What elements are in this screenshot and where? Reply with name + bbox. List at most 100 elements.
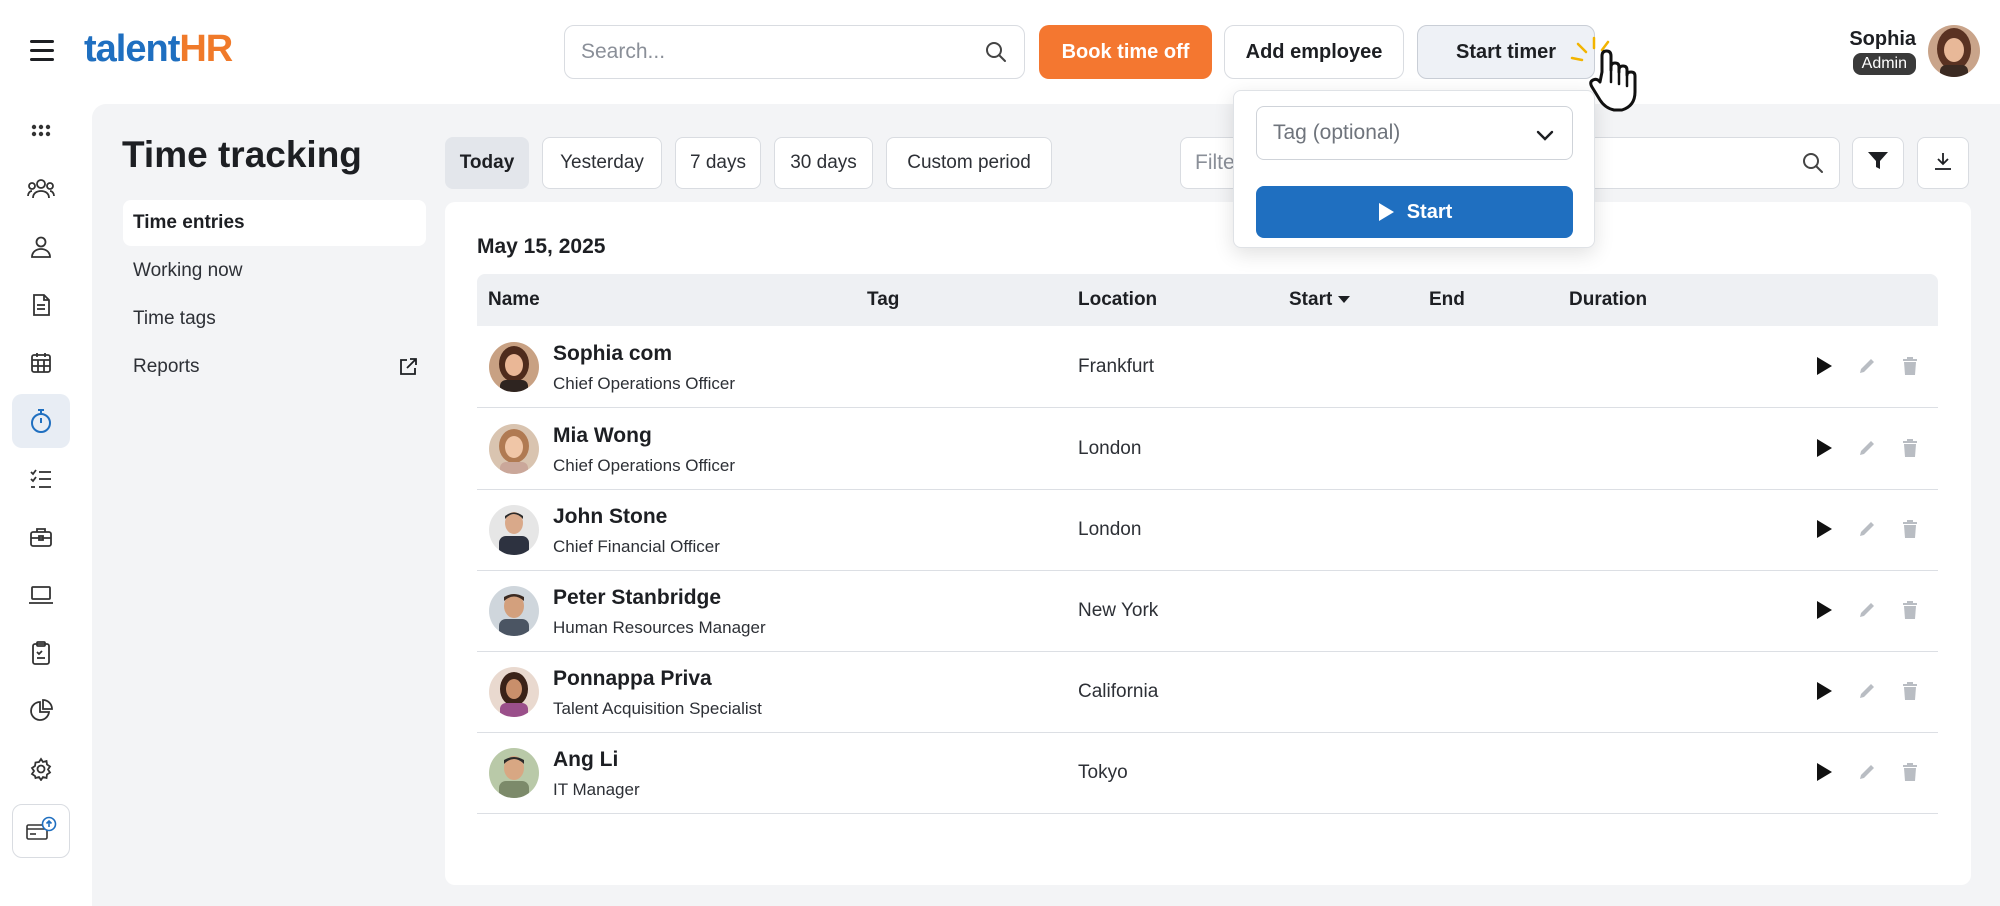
page-title: Time tracking <box>122 134 362 175</box>
start-button[interactable]: Start <box>1256 186 1573 238</box>
pencil-icon[interactable] <box>1854 353 1880 379</box>
subnav-working-now[interactable]: Working now <box>123 248 426 294</box>
avatar <box>489 586 539 636</box>
column-end[interactable]: End <box>1429 289 1465 311</box>
play-icon[interactable] <box>1811 678 1837 704</box>
pencil-icon[interactable] <box>1854 759 1880 785</box>
add-employee-button[interactable]: Add employee <box>1224 25 1404 79</box>
play-icon[interactable] <box>1811 597 1837 623</box>
logo-text: talent <box>84 28 180 70</box>
pencil-icon[interactable] <box>1854 435 1880 461</box>
filter-button[interactable] <box>1852 137 1904 189</box>
trash-icon[interactable] <box>1897 759 1923 785</box>
subnav-time-entries[interactable]: Time entries <box>123 200 426 246</box>
column-duration[interactable]: Duration <box>1569 289 1647 311</box>
laptop-icon[interactable] <box>12 568 70 622</box>
column-name[interactable]: Name <box>488 289 540 311</box>
employee-name: Peter Stanbridge <box>553 586 722 609</box>
employee-role: Chief Operations Officer <box>553 374 736 393</box>
table-header: Name Tag Location Start End Duration <box>477 274 1938 326</box>
play-icon[interactable] <box>1811 759 1837 785</box>
pencil-icon[interactable] <box>1854 678 1880 704</box>
start-button-label: Start <box>1406 200 1453 223</box>
dashboard-icon[interactable] <box>12 104 70 158</box>
gear-icon[interactable] <box>12 742 70 796</box>
employee-role: Chief Operations Officer <box>553 456 736 475</box>
avatar <box>489 667 539 717</box>
column-start[interactable]: Start <box>1289 289 1351 311</box>
avatar[interactable] <box>1928 25 1980 77</box>
play-icon[interactable] <box>1811 353 1837 379</box>
search-box <box>564 25 1025 79</box>
pie-chart-icon[interactable] <box>12 684 70 738</box>
employee-location: Tokyo <box>1078 762 1128 783</box>
avatar <box>489 342 539 392</box>
table-row[interactable]: Mia Wong Chief Operations Officer London <box>477 409 1938 490</box>
tag-select[interactable]: Tag (optional) <box>1256 106 1573 160</box>
avatar <box>489 424 539 474</box>
checklist-icon[interactable] <box>12 452 70 506</box>
employee-location: London <box>1078 519 1142 540</box>
team-icon[interactable] <box>12 162 70 216</box>
trash-icon[interactable] <box>1897 353 1923 379</box>
filter-icon <box>1867 151 1889 176</box>
table-row[interactable]: Ponnappa Priva Talent Acquisition Specia… <box>477 652 1938 733</box>
play-icon[interactable] <box>1811 516 1837 542</box>
pencil-icon[interactable] <box>1854 597 1880 623</box>
subnav-reports-label: Reports <box>133 356 200 377</box>
download-icon <box>1933 151 1953 176</box>
pointer-hand-icon <box>1568 34 1652 121</box>
play-icon <box>1378 203 1394 221</box>
employee-name: Ang Li <box>553 748 619 771</box>
avatar <box>489 505 539 555</box>
download-button[interactable] <box>1917 137 1969 189</box>
employee-location: Frankfurt <box>1078 356 1155 377</box>
table-row[interactable]: Sophia com Chief Operations Officer Fran… <box>477 327 1938 408</box>
employee-role: Chief Financial Officer <box>553 537 720 556</box>
employee-role: Human Resources Manager <box>553 618 766 637</box>
search-input[interactable] <box>581 40 984 64</box>
briefcase-icon[interactable] <box>12 510 70 564</box>
range-yesterday-button[interactable]: Yesterday <box>542 137 662 189</box>
person-icon[interactable] <box>12 220 70 274</box>
range-today-button[interactable]: Today <box>445 137 529 189</box>
logo[interactable]: talentHR <box>84 28 233 71</box>
menu-icon[interactable] <box>30 40 54 64</box>
play-icon[interactable] <box>1811 435 1837 461</box>
chevron-down-icon <box>1536 125 1554 149</box>
employee-location: New York <box>1078 600 1159 621</box>
subnav-reports[interactable]: Reports <box>123 344 426 390</box>
employee-location: California <box>1078 681 1159 702</box>
employee-name: Ponnappa Priva <box>553 667 712 690</box>
icon-sidebar <box>0 104 80 906</box>
table-row[interactable]: John Stone Chief Financial Officer Londo… <box>477 490 1938 571</box>
column-location[interactable]: Location <box>1078 289 1157 311</box>
range-30-days-button[interactable]: 30 days <box>774 137 873 189</box>
search-icon[interactable] <box>1801 151 1825 175</box>
trash-icon[interactable] <box>1897 435 1923 461</box>
user-name: Sophia <box>1849 27 1916 50</box>
trash-icon[interactable] <box>1897 678 1923 704</box>
book-time-off-button[interactable]: Book time off <box>1039 25 1212 79</box>
stopwatch-icon[interactable] <box>12 394 70 448</box>
calendar-icon[interactable] <box>12 336 70 390</box>
subnav-time-tags[interactable]: Time tags <box>123 296 426 342</box>
document-icon[interactable] <box>12 278 70 332</box>
range-custom-period-button[interactable]: Custom period <box>886 137 1052 189</box>
pencil-icon[interactable] <box>1854 516 1880 542</box>
user-menu[interactable]: Sophia Admin <box>1849 25 1980 77</box>
trash-icon[interactable] <box>1897 516 1923 542</box>
tag-select-placeholder: Tag (optional) <box>1273 121 1401 144</box>
range-7-days-button[interactable]: 7 days <box>675 137 761 189</box>
table-row[interactable]: Peter Stanbridge Human Resources Manager… <box>477 571 1938 652</box>
trash-icon[interactable] <box>1897 597 1923 623</box>
date-heading: May 15, 2025 <box>477 235 606 258</box>
column-tag[interactable]: Tag <box>867 289 899 311</box>
billing-upgrade-icon[interactable] <box>12 804 70 858</box>
search-icon[interactable] <box>984 40 1008 64</box>
column-start-label: Start <box>1289 289 1333 310</box>
clipboard-icon[interactable] <box>12 626 70 680</box>
logo-hr: HR <box>179 28 233 70</box>
table-row[interactable]: Ang Li IT Manager Tokyo <box>477 733 1938 814</box>
sort-desc-icon <box>1338 296 1351 304</box>
